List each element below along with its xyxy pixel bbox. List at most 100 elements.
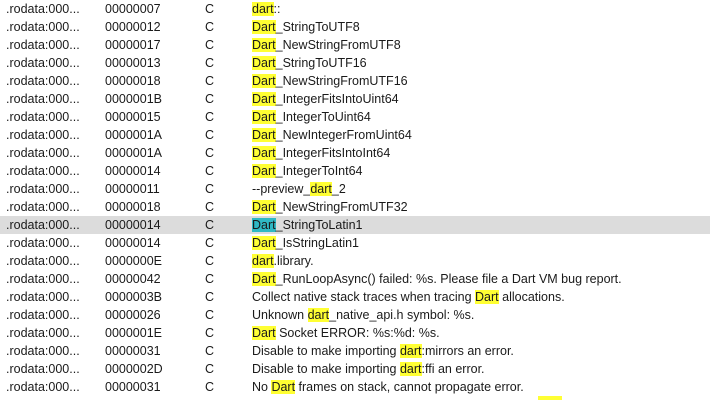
length-cell: 0000001A: [105, 146, 163, 160]
table-row[interactable]: .rodata:000... 00000015 C Dart_IntegerToUin…: [0, 108, 710, 126]
search-match-highlight: Dart: [252, 92, 276, 106]
string-cell: Dart_RunLoopAsync() failed: %s. Please f…: [252, 270, 710, 288]
string-cell: Dart_IntegerToUint64: [252, 108, 710, 126]
length-cell: 00000018: [105, 200, 161, 214]
string-cell: Dart_IntegerFitsIntoUint64: [252, 90, 710, 108]
string-text: :ffi an error.: [421, 362, 485, 376]
string-text: Socket ERROR: %s:%d: %s.: [275, 326, 440, 340]
length-cell: 0000002D: [105, 362, 163, 376]
table-row[interactable]: .rodata:000... 00000018 C Dart_NewStringFro…: [0, 72, 710, 90]
table-row[interactable]: .rodata:000... 00000011 C --preview_dart_2: [0, 180, 710, 198]
search-match-highlight: Dart: [252, 200, 276, 214]
strings-table: .rodata:000... 00000007 Cdart:: .rodata:000…: [0, 0, 710, 400]
table-row[interactable]: .rodata:000... 00000017 C Dart_NewStringFro…: [0, 36, 710, 54]
length-cell: 00000042: [105, 272, 161, 286]
table-row[interactable]: .rodata:000... 00000018 C Dart_NewStringFro…: [0, 198, 710, 216]
search-match-highlight: Dart: [252, 272, 276, 286]
type-cell: C: [205, 182, 215, 196]
string-text: _StringToLatin1: [275, 218, 363, 232]
address-cell: .rodata:000...: [6, 20, 80, 34]
string-text: .library.: [273, 254, 314, 268]
string-cell: Dart_StringToLatin1: [252, 216, 710, 234]
string-text: _StringToUTF16: [275, 56, 367, 70]
string-text: _StringToUTF8: [275, 20, 360, 34]
type-cell: C: [205, 146, 215, 160]
table-row[interactable]: .rodata:000... 0000002D C Disable to make i…: [0, 360, 710, 378]
address-cell: .rodata:000...: [6, 92, 80, 106]
table-row[interactable]: .rodata:000... 00000014 C Dart_IntegerToInt…: [0, 162, 710, 180]
address-cell: .rodata:000...: [6, 182, 80, 196]
type-cell: C: [205, 38, 215, 52]
address-cell: .rodata:000...: [6, 218, 80, 232]
string-cell: dart.library.: [252, 252, 710, 270]
string-cell: Collect native stack traces when tracing…: [252, 288, 710, 306]
table-row[interactable]: .rodata:000... 00000014 C Dart_StringToLati…: [0, 216, 710, 234]
length-cell: 0000003B: [105, 290, 163, 304]
type-cell: C: [205, 362, 215, 376]
length-cell: 00000015: [105, 110, 161, 124]
search-match-highlight: Dart: [252, 164, 276, 178]
table-row[interactable]: .rodata:000... 00000026 C Unknown dart_nati…: [0, 306, 710, 324]
search-match-highlight: Dart: [252, 128, 276, 142]
search-match-highlight: Dart: [252, 56, 276, 70]
length-cell: 00000017: [105, 38, 161, 52]
search-match-highlight: Dart: [252, 110, 276, 124]
table-row[interactable]: .rodata:000... 00000013 C Dart_StringToUTF1…: [0, 54, 710, 72]
length-cell: 00000014: [105, 164, 161, 178]
length-cell: 00000014: [105, 236, 161, 250]
type-cell: C: [205, 164, 215, 178]
table-row[interactable]: .rodata:000... 0000003B C Collect native st…: [0, 288, 710, 306]
table-row[interactable]: .rodata:000... 0000001A C Dart_NewIntegerFr…: [0, 126, 710, 144]
string-text: Collect native stack traces when tracing: [252, 290, 476, 304]
search-match-highlight: Dart: [252, 218, 276, 232]
string-text: _IntegerToInt64: [275, 164, 363, 178]
search-match-highlight: dart: [310, 182, 332, 196]
string-text: _IntegerFitsIntoInt64: [275, 146, 391, 160]
length-cell: 0000001B: [105, 92, 163, 106]
string-cell: No Dart frames on stack, cannot propagat…: [252, 378, 710, 396]
search-match-highlight: Dart: [252, 146, 276, 160]
string-text: --preview_: [252, 182, 311, 196]
address-cell: .rodata:000...: [6, 56, 80, 70]
type-cell: C: [205, 200, 215, 214]
length-cell: 00000018: [105, 74, 161, 88]
table-row[interactable]: .rodata:000... 0000000E Cdart.library.: [0, 252, 710, 270]
type-cell: C: [205, 110, 215, 124]
address-cell: .rodata:000...: [6, 74, 80, 88]
table-row[interactable]: .rodata:000... 0000001E C Dart Socket ERROR…: [0, 324, 710, 342]
address-cell: .rodata:000...: [6, 146, 80, 160]
string-text: _2: [331, 182, 346, 196]
type-cell: C: [205, 218, 215, 232]
string-text: _NewStringFromUTF16: [275, 74, 408, 88]
table-row[interactable]: .rodata:000... 00000031 C No Dart frames on…: [0, 378, 710, 396]
table-row[interactable]: .rodata:000... 00000031 C Disable to make i…: [0, 342, 710, 360]
type-cell: C: [205, 326, 215, 340]
length-cell: 00000012: [105, 20, 161, 34]
table-row[interactable]: .rodata:000... 00000042 C Dart_RunLoopAsync…: [0, 270, 710, 288]
string-text: ::: [273, 2, 281, 16]
search-match-highlight: dart: [307, 308, 330, 322]
string-cell: Disable to make importing dart:mirrors a…: [252, 342, 710, 360]
type-cell: C: [205, 254, 215, 268]
type-cell: C: [205, 92, 215, 106]
table-row[interactable]: .rodata:000... 00000012 C Dart_StringToUTF8: [0, 18, 710, 36]
table-row[interactable]: .rodata:000... 0000001A C Dart_IntegerFitsI…: [0, 144, 710, 162]
search-match-highlight: dart: [252, 2, 274, 16]
string-cell: Unknown dart_native_api.h symbol: %s.: [252, 306, 710, 324]
string-cell: Dart_IntegerToInt64: [252, 162, 710, 180]
string-text: _IsStringLatin1: [275, 236, 360, 250]
string-text: _NewStringFromUTF32: [275, 200, 408, 214]
address-cell: .rodata:000...: [6, 272, 80, 286]
type-cell: C: [205, 308, 215, 322]
search-match-highlight: dart: [399, 344, 422, 358]
table-row[interactable]: .rodata:000... 00000007 Cdart::: [0, 0, 710, 18]
table-row[interactable]: .rodata:000... 0000001B C Dart_IntegerFitsI…: [0, 90, 710, 108]
table-row[interactable]: .rodata:000... 00000014 C Dart_IsStringLati…: [0, 234, 710, 252]
length-cell: 0000000E: [105, 254, 163, 268]
string-cell: Dart_NewStringFromUTF32: [252, 198, 710, 216]
string-text: _NewIntegerFromUint64: [275, 128, 412, 142]
string-cell: --preview_dart_2: [252, 180, 710, 198]
length-cell: 00000026: [105, 308, 161, 322]
string-text: _NewStringFromUTF8: [275, 38, 401, 52]
address-cell: .rodata:000...: [6, 254, 80, 268]
